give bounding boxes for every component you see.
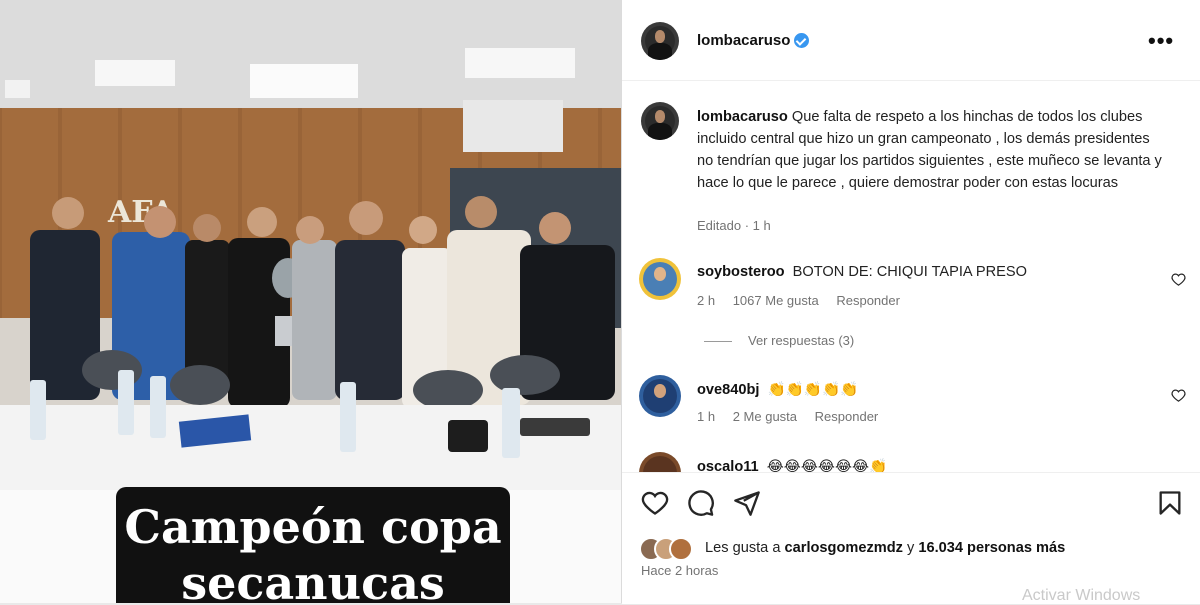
- comment-body: BOTON DE: CHIQUI TAPIA PRESO: [792, 264, 1028, 280]
- likes-prefix: Les gusta a: [705, 540, 781, 556]
- activation-watermark: Activar Windows: [1022, 587, 1141, 604]
- comment-username[interactable]: ove840bj: [697, 382, 759, 398]
- heart-icon[interactable]: [641, 489, 669, 517]
- heart-icon[interactable]: [1171, 388, 1186, 403]
- caption-meta: Editado · 1 h: [697, 218, 771, 233]
- share-icon[interactable]: [733, 489, 761, 517]
- comment-text: ove840bj 👏👏👏👏👏: [697, 380, 858, 398]
- likes-summary: Les gusta a carlosgomezmdz y 16.034 pers…: [639, 537, 1199, 561]
- post-image[interactable]: AFA Campeón copa secanucas: [0, 0, 621, 603]
- view-replies-button[interactable]: Ver respuestas (3): [704, 333, 854, 348]
- heart-icon[interactable]: [1171, 272, 1186, 287]
- comment-time: 2 h: [697, 293, 716, 308]
- liker-avatars: [639, 537, 699, 561]
- comment-body: 👏👏👏👏👏: [767, 382, 859, 398]
- caption-text: lombacaruso Que falta de respeto a los h…: [697, 106, 1167, 194]
- post-actions: Les gusta a carlosgomezmdz y 16.034 pers…: [622, 472, 1200, 604]
- comment-time: 1 h: [697, 409, 716, 424]
- post-details-panel: lombacaruso ••• lombacaruso Que falta de…: [621, 0, 1200, 604]
- likes-text: Les gusta a carlosgomezmdz y 16.034 pers…: [705, 540, 1065, 556]
- divider: [704, 341, 732, 343]
- more-options-icon[interactable]: •••: [1148, 28, 1174, 54]
- instagram-post-window: AFA Campeón copa secanucas lombacaruso •…: [0, 0, 1200, 604]
- caption-username[interactable]: lombacaruso: [697, 109, 788, 125]
- comment-icon[interactable]: [687, 489, 715, 517]
- comment-meta: 1 h 2 Me gusta Responder: [697, 409, 892, 424]
- liker-avatar: [669, 537, 693, 561]
- comment-avatar[interactable]: [639, 258, 681, 300]
- post-timestamp: Hace 2 horas: [641, 563, 719, 578]
- post-header: lombacaruso •••: [622, 0, 1200, 81]
- reply-button[interactable]: Responder: [836, 293, 900, 308]
- likes-count[interactable]: 16.034 personas más: [918, 540, 1065, 556]
- comment-username[interactable]: soybosteroo: [697, 264, 785, 280]
- image-caption-line-1: Campeón copa: [124, 500, 502, 554]
- reply-button[interactable]: Responder: [815, 409, 879, 424]
- comment-likes[interactable]: 1067 Me gusta: [733, 293, 819, 308]
- caption-avatar[interactable]: [641, 102, 679, 140]
- bookmark-icon[interactable]: [1156, 489, 1184, 517]
- comment-text: soybosteroo BOTON DE: CHIQUI TAPIA PRESO: [697, 264, 1027, 280]
- author-username[interactable]: lombacaruso: [697, 32, 790, 49]
- view-replies-label: Ver respuestas (3): [748, 333, 855, 348]
- likes-connector: y: [907, 540, 915, 556]
- verified-badge-icon: [794, 33, 809, 48]
- liker-username[interactable]: carlosgomezmdz: [785, 540, 903, 556]
- comment-likes[interactable]: 2 Me gusta: [733, 409, 797, 424]
- author-avatar[interactable]: [641, 22, 679, 60]
- image-caption-line-2: secanucas: [181, 556, 445, 603]
- comment-meta: 2 h 1067 Me gusta Responder: [697, 293, 914, 308]
- comment-avatar[interactable]: [639, 375, 681, 417]
